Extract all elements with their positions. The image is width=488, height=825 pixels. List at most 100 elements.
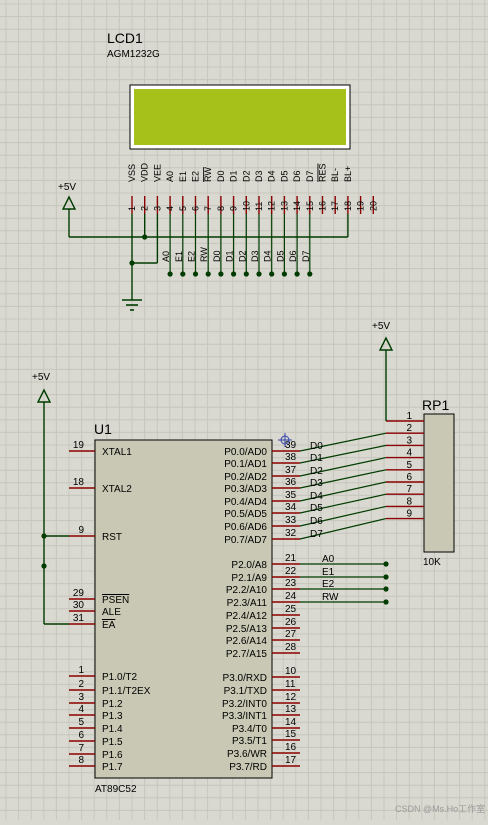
u1-pin-name: XTAL2	[102, 484, 132, 495]
lcd-net-end-dot	[218, 271, 224, 277]
u1-pin-name: P1.6	[102, 750, 123, 761]
lcd-pin-number: 11	[254, 202, 264, 211]
lcd-pins: 1 VSS 2 VDD 3 VEE 4 A0 5 E1 6 E2 7 RW 8 D0 9 D1 10 D2 11 D3 12…	[127, 162, 378, 214]
u1-pin-number: 33	[285, 515, 297, 526]
u1-pin-number: 38	[285, 452, 297, 463]
u1-pin-number: 34	[285, 502, 297, 513]
lcd-pin-name: D1	[229, 170, 239, 182]
u1-pin-name: P2.2/A10	[226, 585, 268, 596]
lcd-net-label: D3	[250, 250, 260, 262]
control-end-dot	[383, 574, 389, 580]
lcd-net-end-dot	[231, 271, 237, 277]
lcd1-component[interactable]: LCD1 AGM1232G 1 VSS 2 VDD 3 VEE 4 A0 5 E1 6 E2 7 RW 8 D…	[107, 30, 378, 214]
u1-pin-name: P1.5	[102, 737, 123, 748]
u1-pin-name: P1.4	[102, 724, 123, 735]
lcd-pin-name: D2	[241, 170, 251, 182]
lcd-net-label: D6	[288, 250, 298, 262]
u1-pin-number: 4	[78, 704, 84, 715]
lcd-net-end-dot	[180, 271, 186, 277]
rp1-pin-number: 7	[406, 484, 412, 495]
power-label-lcd: +5V	[58, 182, 76, 193]
junction-dot	[41, 533, 47, 539]
lcd-pin-number: 17	[330, 201, 340, 211]
lcd-net-end-dot	[243, 271, 249, 277]
u1-pin-name: P2.4/A12	[226, 611, 268, 622]
u1-pin-number: 9	[78, 525, 84, 536]
lcd-pin-name: BL-	[330, 168, 340, 182]
u1-pin-name: P3.6/WR	[227, 749, 267, 760]
u1-pin-name: P3.3/INT1	[222, 711, 267, 722]
lcd-pin-number: 20	[368, 201, 378, 211]
lcd-pin-name: A0	[165, 171, 175, 182]
u1-pin-number: 35	[285, 490, 297, 501]
u1-pin-number: 16	[285, 742, 297, 753]
lcd-pin-name: D0	[216, 170, 226, 182]
u1-pin-name: P1.1/T2EX	[102, 686, 151, 697]
u1-pin-name: P3.4/T0	[232, 724, 267, 735]
control-end-dot	[383, 561, 389, 567]
lcd-net-label: D0	[212, 250, 222, 262]
u1-pin-name: P1.0/T2	[102, 672, 137, 683]
net-label: D2	[310, 466, 323, 477]
lcd-pin-name: BL+	[343, 166, 353, 182]
u1-pin-number: 21	[285, 553, 297, 564]
u1-pin-name: P1.7	[102, 762, 123, 773]
u1-pin-name: P2.7/A15	[226, 649, 268, 660]
u1-pin-name: P2.1/A9	[231, 573, 267, 584]
lcd-pin-number: 4	[165, 206, 175, 211]
lcd-pin-name: D4	[267, 170, 277, 182]
net-label: D5	[310, 503, 323, 514]
u1-pin-number: 25	[285, 604, 297, 615]
u1-pin-name: P0.0/AD0	[224, 447, 267, 458]
lcd-pin-name: RES	[318, 163, 328, 182]
lcd-pin-name: VEE	[152, 164, 162, 182]
lcd-net-label: D5	[275, 250, 285, 262]
lcd-net-end-dot	[269, 271, 275, 277]
watermark: CSDN @Ms.Ho工作室	[395, 803, 485, 814]
lcd-pin-number: 2	[140, 206, 150, 211]
lcd-net-end-dot	[205, 271, 211, 277]
lcd-net-label: D1	[225, 250, 235, 262]
u1-ref: U1	[94, 421, 112, 437]
u1-pin-name: P0.7/AD7	[224, 535, 267, 546]
power-label-u1: +5V	[32, 372, 50, 383]
u1-pin-number: 29	[73, 588, 85, 599]
u1-component[interactable]: U1 AT89C52 19XTAL118XTAL29RST29PSEN30ALE…	[69, 421, 300, 795]
u1-pin-name: P2.5/A13	[226, 624, 268, 635]
rp1-pin-number: 4	[406, 448, 412, 459]
u1-pin-name: P3.5/T1	[232, 736, 267, 747]
lcd-net-end-dot	[307, 271, 313, 277]
u1-pin-number: 32	[285, 528, 297, 539]
lcd-net-label: RW	[199, 247, 209, 262]
junction-dot	[142, 234, 148, 240]
lcd-net-label: E2	[187, 251, 197, 262]
lcd-pin-number: 18	[343, 201, 353, 211]
lcd-pin-name: D3	[254, 170, 264, 182]
lcd-pin-number: 15	[305, 201, 315, 211]
u1-pin-name: P0.4/AD4	[224, 497, 267, 508]
net-label: A0	[322, 554, 335, 565]
lcd-pin-name: VDD	[140, 162, 150, 182]
net-label: D4	[310, 491, 323, 502]
lcd-pin-name: RW	[203, 167, 213, 182]
lcd-pin-name: VSS	[127, 164, 137, 182]
u1-pin-name: P3.0/RXD	[223, 673, 267, 684]
u1-pin-name: P1.2	[102, 699, 123, 710]
u1-pin-name: ALE	[102, 607, 121, 618]
u1-pin-number: 37	[285, 465, 297, 476]
lcd-pin-number: 1	[127, 206, 137, 211]
power-symbol-rp1: +5V	[372, 321, 390, 332]
u1-pin-number: 6	[78, 730, 84, 741]
u1-pin-number: 10	[285, 666, 297, 677]
u1-pin-name: PSEN	[102, 595, 129, 606]
lcd-pin-number: 14	[292, 201, 302, 211]
net-label: D3	[310, 478, 323, 489]
lcd-pin-number: 12	[267, 201, 277, 211]
lcd-net-label: D4	[263, 250, 273, 262]
u1-pin-number: 11	[285, 679, 296, 690]
lcd-net-label: D7	[301, 250, 311, 262]
lcd-pin-number: 19	[356, 201, 366, 211]
u1-pin-name: P3.1/TXD	[224, 686, 267, 697]
u1-pin-number: 8	[78, 755, 84, 766]
lcd-pin-number: 10	[241, 201, 251, 211]
